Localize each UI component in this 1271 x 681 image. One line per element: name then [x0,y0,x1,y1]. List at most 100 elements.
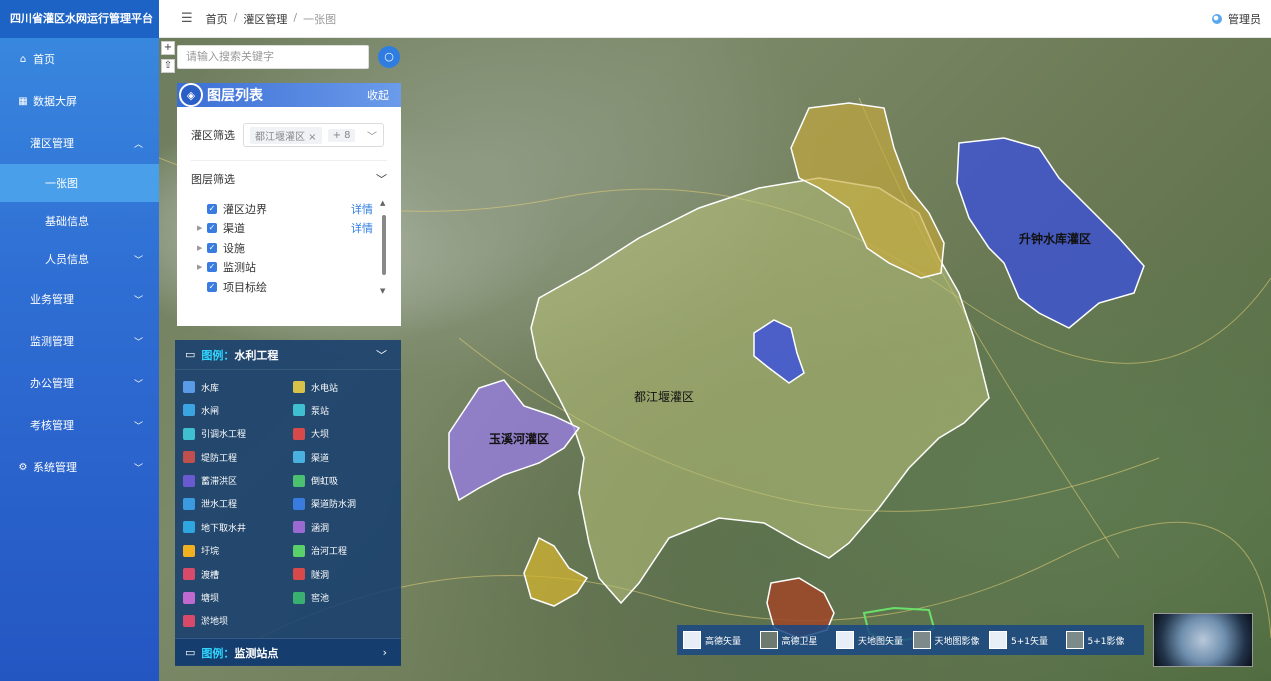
search-button[interactable]: ○ [378,46,400,68]
legend-symbol-icon [293,474,305,487]
checkbox[interactable]: ✓ [207,223,217,234]
legend-item: 水闸 [183,401,293,419]
caret-right-icon[interactable]: ▶ [197,263,207,271]
legend-prefix: 图例： [201,348,235,362]
detail-link[interactable]: 详情 [351,201,373,217]
sidebar-item-basic-info[interactable]: 基础信息 [0,202,159,240]
legend-symbol-icon [293,381,305,393]
legend-category: 监测站点 [234,646,279,660]
zoom-controls: + ⇧ [161,41,175,73]
basemap-option[interactable]: 天地图影像 [912,631,986,649]
legend-symbol-icon [183,427,195,440]
map-view[interactable]: 升钟水库灌区 都江堰灌区 玉溪河灌区 + ⇧ 请输入搜索关键字 ○ ◈ 图层列表… [159,38,1271,681]
detail-link[interactable]: 详情 [351,220,373,236]
basemap-option[interactable]: 高德卫星 [759,631,833,649]
legend-item-label: 渡槽 [201,570,220,581]
legend-item: 圩垸 [183,542,293,560]
layer-filter-header[interactable]: 图层筛选 ﹀ [191,171,387,187]
chevron-down-icon: ﹀ [133,379,143,390]
sidebar-item-irrigation[interactable]: 灌区管理 ︿ [0,122,159,164]
sidebar-item-home[interactable]: ⌂ 首页 [0,38,159,80]
basemap-option[interactable]: 高德矢量 [683,631,756,649]
legend-grid: 水库 水电站 水闸 泵站 引调水工程 大坝 堤防工程 渠道 蓄滞洪区 倒虹吸 泄水工程 渠道防水洞 地下… [175,370,401,630]
zoom-in-button[interactable]: + [161,41,175,55]
chevron-down-icon: ﹀ [376,348,387,362]
basemap-option[interactable]: 5+1影像 [1065,631,1139,649]
legend-item-label: 圩垸 [201,547,220,558]
sidebar-item-label: 灌区管理 [30,137,74,150]
layer-item[interactable]: ▶ ✓ 渠道 详情 [191,219,387,239]
checkbox[interactable]: ✓ [207,242,217,253]
legend-item: 治河工程 [293,542,403,560]
menu-toggle-icon[interactable]: ☰ [181,11,193,26]
layer-item[interactable]: ✓ 灌区边界 详情 [191,199,387,219]
scrollbar[interactable]: ▲ ▼ [380,199,387,295]
layer-panel-title: 图层列表 [207,88,263,104]
sidebar-item-one-map[interactable]: 一张图 [0,164,159,202]
sidebar-item-monitoring[interactable]: 监测管理 ﹀ [0,320,159,362]
legend-symbol-icon [183,381,195,393]
breadcrumb-irrigation[interactable]: 灌区管理 [243,11,287,27]
sidebar-item-office[interactable]: 办公管理 ﹀ [0,362,159,404]
basemap-thumbnail-icon [912,631,931,649]
region-filter-select[interactable]: 都江堰灌区 × + 8 ﹀ [243,123,384,147]
legend-item: 水库 [183,378,293,396]
basemap-label: 天地图影像 [934,636,980,647]
legend-category: 水利工程 [234,348,279,362]
zoom-reset-button[interactable]: ⇧ [161,59,175,73]
region-filter-row: 灌区筛选 都江堰灌区 × + 8 ﹀ [191,123,387,147]
region-south-yellow [523,536,589,607]
scroll-up-icon[interactable]: ▲ [380,199,385,207]
checkbox[interactable]: ✓ [207,262,217,273]
legend-monitoring-header[interactable]: ▭ 图例： 监测站点 › [175,638,401,666]
basemap-option[interactable]: 5+1矢量 [989,631,1062,649]
basemap-label: 高德卫星 [781,636,818,647]
legend-symbol-icon [293,568,305,581]
breadcrumb-separator: / [293,10,298,24]
user-menu[interactable]: 管理员 [1212,11,1261,27]
checkbox[interactable]: ✓ [207,281,217,292]
layer-item[interactable]: ▶ ✓ 监测站 [191,258,387,278]
legend-item: 泄水工程 [183,495,293,513]
layer-tree: ✓ 灌区边界 详情 ▶ ✓ 渠道 详情 ▶ ✓ 设施 ▶ ✓ 监测站 ✓ 项目标… [191,199,387,297]
caret-right-icon[interactable]: ▶ [197,244,207,252]
legend-header[interactable]: ▭ 图例： 水利工程 ﹀ [175,340,401,370]
legend-symbol-icon [293,591,305,604]
chevron-down-icon: ﹀ [367,131,377,143]
legend-symbol-icon [183,521,195,534]
legend-item-label: 倒虹吸 [311,477,339,488]
collapse-button[interactable]: 收起 [367,87,389,103]
legend-item: 蓄滞洪区 [183,472,293,490]
scrollbar-thumb[interactable] [382,215,386,275]
breadcrumb-current: 一张图 [303,12,337,26]
layer-item[interactable]: ✓ 项目标绘 [191,277,387,297]
monitor-icon: ▭ [185,348,196,361]
layer-label: 项目标绘 [223,280,267,294]
legend-item-label: 引调水工程 [201,430,247,441]
sidebar-item-personnel[interactable]: 人员信息 ﹀ [0,240,159,278]
caret-right-icon[interactable]: ▶ [197,224,207,232]
sidebar-item-label: 首页 [33,53,55,66]
scroll-down-icon[interactable]: ▼ [380,287,385,295]
legend-item: 涵洞 [293,518,403,536]
sidebar-item-assessment[interactable]: 考核管理 ﹀ [0,404,159,446]
region-filter-label: 灌区筛选 [191,129,235,142]
breadcrumb-separator: / [233,10,238,24]
basemap-label: 天地图矢量 [858,636,904,647]
sidebar-item-system[interactable]: ⚙ 系统管理 ﹀ [0,446,159,488]
sidebar-item-dashboard[interactable]: ▦ 数据大屏 [0,80,159,122]
overview-map[interactable] [1153,613,1253,667]
monitor-icon: ▭ [185,646,196,659]
breadcrumb-home[interactable]: 首页 [206,11,228,27]
user-name: 管理员 [1228,12,1261,26]
sidebar-item-label: 人员信息 [45,253,89,266]
legend-item: 泵站 [293,401,403,419]
chevron-down-icon: ﹀ [133,463,143,474]
sidebar-item-business[interactable]: 业务管理 ﹀ [0,278,159,320]
basemap-option[interactable]: 天地图矢量 [836,631,909,649]
layer-item[interactable]: ▶ ✓ 设施 [191,238,387,258]
legend-item-label: 窖池 [311,594,330,605]
search-input[interactable]: 请输入搜索关键字 [177,45,369,69]
legend-item-label: 泄水工程 [201,500,238,511]
checkbox[interactable]: ✓ [207,203,217,214]
